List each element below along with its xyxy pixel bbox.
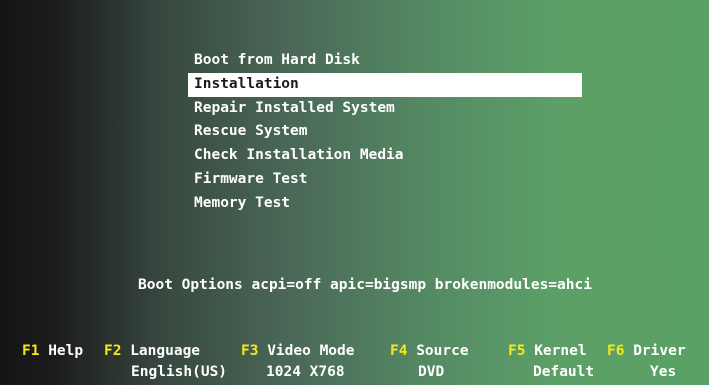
f5-kernel-label: Kernel bbox=[534, 343, 587, 359]
f1-help-label: Help bbox=[48, 343, 84, 359]
source-value: DVD bbox=[418, 364, 445, 380]
menu-item-boot-from-hard-disk[interactable]: Boot from Hard Disk bbox=[188, 49, 582, 73]
f4-source-label: Source bbox=[416, 343, 469, 359]
boot-screen: { "menu": { "items": [ {"label": "Boot f… bbox=[0, 0, 709, 385]
f3-key-label: F3 bbox=[241, 343, 259, 359]
f6-key-label: F6 bbox=[607, 343, 625, 359]
menu-item-memory-test[interactable]: Memory Test bbox=[188, 192, 582, 216]
f3-video-mode-key[interactable]: F3 Video Mode bbox=[241, 341, 355, 361]
f1-key-label: F1 bbox=[22, 343, 40, 359]
menu-item-firmware-test[interactable]: Firmware Test bbox=[188, 168, 582, 192]
f5-key-label: F5 bbox=[508, 343, 526, 359]
menu-item-repair-installed-system[interactable]: Repair Installed System bbox=[188, 97, 582, 121]
f2-language-key[interactable]: F2 Language bbox=[104, 341, 200, 361]
f1-help-key[interactable]: F1 Help bbox=[22, 341, 83, 361]
menu-item-installation[interactable]: Installation bbox=[188, 72, 582, 97]
video-mode-value: 1024 X768 bbox=[266, 364, 345, 380]
boot-options-field[interactable]: Boot Options acpi=off apic=bigsmp broken… bbox=[138, 277, 592, 293]
menu-item-rescue-system[interactable]: Rescue System bbox=[188, 120, 582, 144]
menu-item-check-installation-media[interactable]: Check Installation Media bbox=[188, 144, 582, 168]
f6-driver-key[interactable]: F6 Driver bbox=[607, 341, 686, 361]
f3-video-mode-label: Video Mode bbox=[267, 343, 355, 359]
f4-key-label: F4 bbox=[390, 343, 408, 359]
driver-value: Yes bbox=[650, 364, 677, 380]
kernel-value: Default bbox=[533, 364, 595, 380]
f5-kernel-key[interactable]: F5 Kernel bbox=[508, 341, 587, 361]
f4-source-key[interactable]: F4 Source bbox=[390, 341, 469, 361]
boot-menu: Boot from Hard Disk Installation Repair … bbox=[188, 49, 582, 216]
language-value: English(US) bbox=[131, 364, 228, 380]
f6-driver-label: Driver bbox=[633, 343, 686, 359]
f2-key-label: F2 bbox=[104, 343, 122, 359]
f2-language-label: Language bbox=[130, 343, 201, 359]
